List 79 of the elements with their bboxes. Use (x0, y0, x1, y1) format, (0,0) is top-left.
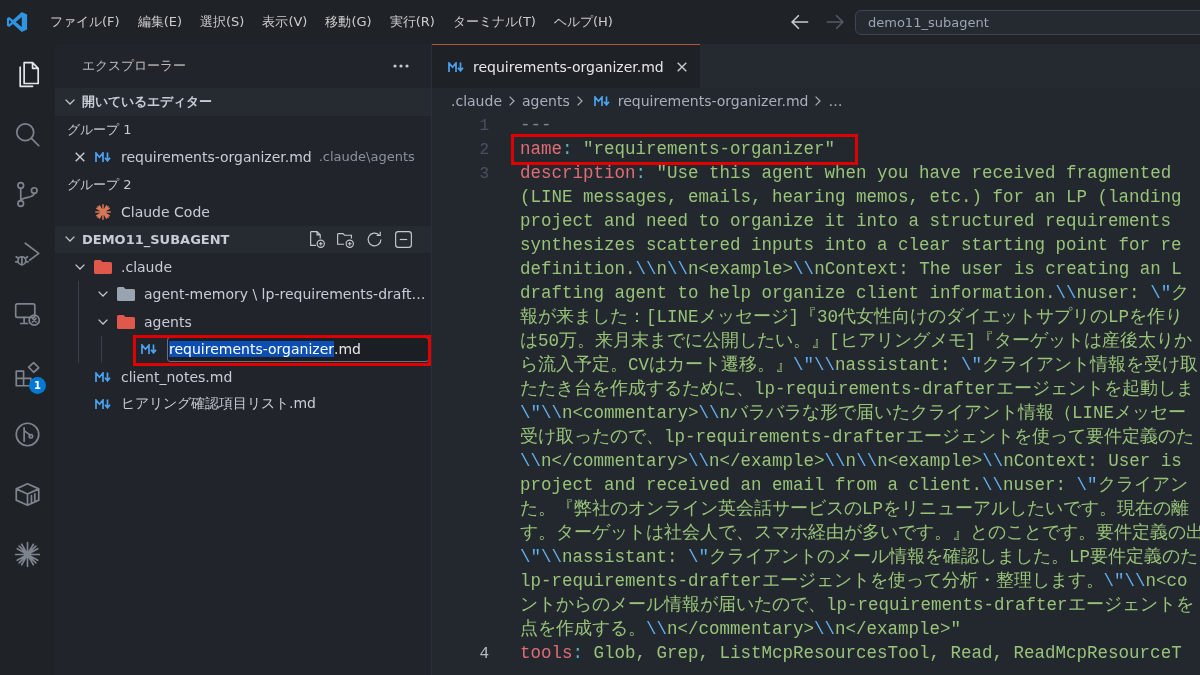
code-line: project and need to organize it into a structured requirements (520, 210, 1172, 233)
line-number: 4 (479, 645, 489, 663)
sidebar-title: エクスプローラー (82, 57, 186, 75)
markdown-icon (141, 344, 157, 355)
markdown-icon (448, 61, 464, 72)
tree-item[interactable]: .claude (55, 253, 431, 281)
box-icon[interactable] (14, 480, 41, 508)
markdown-icon (593, 95, 610, 106)
markdown-icon (95, 371, 111, 382)
markdown-icon (95, 399, 111, 410)
menu-item[interactable]: 移動(G) (316, 7, 381, 37)
play-bug-icon[interactable] (14, 240, 41, 268)
code-line: \"\\nassistant: \"クライアントのメール情報を確認しました。LP要件定義のた (520, 546, 1199, 569)
menu-item[interactable]: ファイル(F) (41, 7, 129, 37)
section-header[interactable]: 開いているエディター (55, 88, 431, 116)
rename-field[interactable]: requirements-organizer.md (167, 336, 429, 362)
code-line: た。『弊社のオンライン英会話サービスのLPをリニューアルしたいです。現在の離 (520, 498, 1189, 521)
new-file-icon[interactable] (308, 230, 325, 248)
code-line: synthesizes scattered inputs into a clear starting point for re (520, 234, 1182, 257)
menu-item[interactable]: 実行(R) (380, 7, 444, 37)
code-line: ら流入予定。CVはカート遷移。』\"\\nassistant: \"クライアント情報を受け取 (520, 354, 1199, 377)
tree-item[interactable]: client_notes.md (55, 363, 431, 391)
code-line: 受け取ったので、lp-requirements-drafterエージェントを使って要件定義のた (520, 426, 1194, 449)
group-label: グループ 1 (66, 120, 133, 139)
branch-icon[interactable] (14, 180, 41, 208)
menu-item[interactable]: 表示(V) (253, 7, 317, 37)
menu-item[interactable]: 編集(E) (128, 7, 191, 37)
code-line: \\n</commentary>\\n</example>\\n\\n<example>\\nContext: User is (520, 450, 1182, 473)
tree-item[interactable]: agents (55, 308, 431, 336)
code-line: tools: Glob, Grep, ListMcpResourcesTool, Read, ReadMcpResourceT (520, 642, 1182, 665)
markdown-icon (95, 151, 111, 162)
chevron-right-icon (576, 95, 583, 106)
open-editor-item[interactable]: Claude Code (55, 198, 431, 226)
blocks-icon[interactable] (14, 360, 41, 388)
code-line: description: "Use this agent when you have received fragmented (520, 162, 1172, 185)
count-badge: 1 (29, 377, 46, 394)
code-line: ントからのメール情報が届いたので、lp-requirements-drafterエージェントを (520, 594, 1194, 617)
code-line: lp-requirements-drafterエージェントを使って分析・整理します。\"\\n<co (520, 570, 1188, 593)
close-icon[interactable] (75, 151, 85, 162)
branch-circle-icon[interactable] (14, 420, 41, 448)
refresh-icon[interactable] (366, 230, 383, 248)
app-logo (6, 11, 28, 33)
code-line: name: "requirements-organizer" (520, 138, 836, 161)
section-header[interactable]: DEMO11_SUBAGENT (55, 225, 431, 253)
close-icon[interactable] (676, 61, 687, 72)
collapse-icon[interactable] (395, 230, 412, 248)
menu-item[interactable]: ヘルプ(H) (544, 7, 622, 37)
code-line: \"\\n<commentary>\\nバラバラな形で届いたクライアント情報（LINEメッセー (520, 402, 1187, 425)
code-line: definition.\\n\\n<example>\\nContext: The user is creating an L (520, 258, 1182, 281)
code-line: (LINE messages, emails, hearing memos, etc.) for an LP (landing (520, 186, 1182, 209)
breadcrumb-item[interactable]: .claude (451, 92, 502, 109)
menu-item[interactable]: 選択(S) (191, 7, 254, 37)
code-line: project and received an email from a client.\\nuser: \"クライアン (520, 474, 1188, 497)
monitor-icon[interactable] (14, 300, 41, 328)
search-icon[interactable] (14, 120, 41, 148)
asterisk-icon[interactable] (14, 540, 41, 568)
file-path: .claude\agents (318, 149, 415, 165)
editor-tab[interactable]: requirements-organizer.md (432, 44, 700, 88)
code-line: は50万。来月末までに公開したい。』[ヒアリングメモ]『ターゲットは産後太りか (520, 330, 1192, 353)
back-arrow-icon[interactable] (791, 14, 809, 30)
chevron-right-icon (509, 95, 515, 106)
chevron-right-icon (815, 95, 822, 106)
menu-item[interactable]: ターミナル(T) (443, 7, 545, 37)
open-editor-item[interactable]: requirements-organizer.md .claude\agents (55, 143, 431, 171)
breadcrumb-item[interactable]: agents (522, 92, 570, 109)
code-line: drafting agent to help organize client information.\\nuser: \"ク (520, 282, 1190, 305)
new-folder-icon[interactable] (337, 230, 354, 248)
breadcrumb-item[interactable]: … (828, 92, 843, 109)
code-line: 点を作成する。\\n</commentary>\\n</example>" (520, 618, 962, 641)
command-field[interactable]: demo11_subagent (855, 9, 1200, 35)
code-line: 報が来ました：[LINEメッセージ]『30代女性向けのダイエットサプリのLPを作り (520, 305, 1184, 329)
breadcrumb-item[interactable]: requirements-organizer.md (589, 92, 809, 109)
code-line: たたき台を作成するために、lp-requirements-drafterエージェントを起動しま (520, 378, 1194, 401)
more-icon[interactable] (393, 64, 409, 68)
tree-item[interactable]: ヒアリング確認項目リスト.md (55, 390, 431, 418)
group-label: グループ 2 (66, 175, 133, 194)
starburst-icon (95, 203, 111, 220)
tree-item[interactable]: agent-memory \ lp-requirements-draft… (55, 280, 431, 308)
code-line: --- (520, 114, 552, 137)
